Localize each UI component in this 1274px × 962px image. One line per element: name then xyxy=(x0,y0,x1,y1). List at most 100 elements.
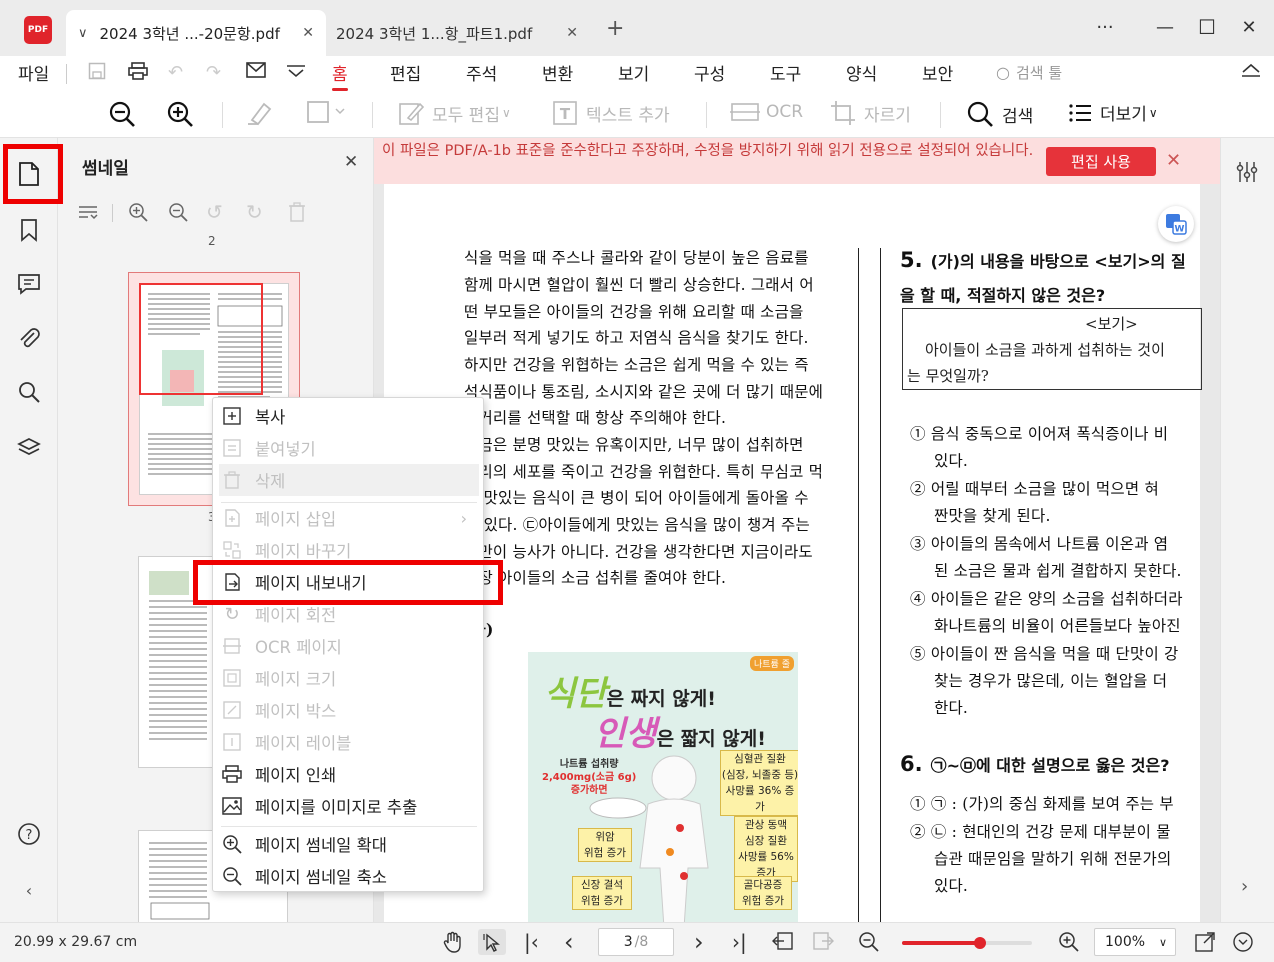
collapse-ribbon-icon[interactable] xyxy=(1240,62,1262,82)
question-title: ㉠~㉤에 대한 설명으로 옳은 것은? xyxy=(930,756,1170,775)
context-menu-item-print-page[interactable]: 페이지 인쇄 xyxy=(213,758,483,790)
answer-option: ⑤ 아이들이 짠 음식을 먹을 때 단맛이 강 xyxy=(910,645,1179,663)
ocr-button[interactable]: OCR xyxy=(730,100,803,124)
last-page-icon[interactable]: ›| xyxy=(732,930,747,954)
shape-icon[interactable] xyxy=(306,100,346,124)
search-button[interactable]: 검색 xyxy=(966,100,1033,128)
select-tool-icon[interactable] xyxy=(478,929,506,955)
close-window-button[interactable]: ✕ xyxy=(1234,14,1264,40)
rotate-right-icon[interactable]: ↻ xyxy=(246,200,263,224)
new-tab-button[interactable]: + xyxy=(606,16,624,41)
zoom-in-icon[interactable] xyxy=(1058,931,1080,957)
context-menu-label: 페이지 인쇄 xyxy=(255,766,337,785)
previous-page-icon[interactable]: ‹ xyxy=(564,928,574,956)
layers-icon[interactable] xyxy=(15,434,43,462)
context-menu-item-ocr-page[interactable]: OCR 페이지 xyxy=(213,630,483,662)
question-6-title: 6. ㉠~㉤에 대한 설명으로 옳은 것은? xyxy=(900,752,1169,776)
rotate-left-icon[interactable]: ↺ xyxy=(206,200,223,224)
attachment-icon[interactable] xyxy=(15,324,43,352)
zoom-slider[interactable] xyxy=(902,937,1032,949)
thumbnail-options-icon[interactable] xyxy=(78,204,98,224)
context-menu-item-shrink-thumbnail[interactable]: 페이지 썸네일 축소 xyxy=(213,860,483,892)
thumbnail-zoom-in-icon[interactable] xyxy=(128,202,148,226)
chevron-left-icon[interactable]: ‹ xyxy=(15,876,43,904)
zoom-slider-handle[interactable] xyxy=(974,937,986,949)
menu-tools[interactable]: 도구 xyxy=(770,60,801,85)
zoom-in-icon[interactable] xyxy=(166,100,194,128)
context-menu-item-copy[interactable]: 복사 xyxy=(213,400,483,432)
add-text-button[interactable]: T 텍스트 추가 xyxy=(552,100,670,126)
tab-close-icon[interactable]: ✕ xyxy=(566,25,578,41)
context-menu-item-page-label[interactable]: 페이지 레이블 xyxy=(213,726,483,758)
undo-icon[interactable]: ↶ xyxy=(168,62,183,83)
text-line: 것만이 능사가 아니다. 건강을 생각한다면 지금이라도 xyxy=(464,543,813,561)
mail-icon[interactable] xyxy=(246,62,266,83)
first-page-icon[interactable]: |‹ xyxy=(524,930,539,954)
crop-button[interactable]: 자르기 xyxy=(830,100,911,126)
menu-view[interactable]: 보기 xyxy=(618,60,649,85)
scroll-down-icon[interactable] xyxy=(1232,931,1254,957)
page-number-input[interactable]: 3 /8 xyxy=(598,928,674,956)
bookmark-icon[interactable] xyxy=(15,216,43,244)
full-screen-icon[interactable] xyxy=(1194,931,1216,957)
tab-document-2[interactable]: 2024 3학년 1...항_파트1.pdf ✕ xyxy=(326,10,590,56)
app-logo-icon: PDF xyxy=(24,16,52,44)
close-banner-icon[interactable]: ✕ xyxy=(1166,150,1181,171)
chevron-right-icon[interactable]: › xyxy=(1241,876,1248,897)
search-icon[interactable] xyxy=(15,378,43,406)
zoom-out-icon[interactable] xyxy=(858,931,880,957)
separator xyxy=(66,64,67,84)
translate-icon[interactable]: W xyxy=(1158,206,1194,242)
save-icon[interactable] xyxy=(88,62,106,85)
next-view-icon[interactable] xyxy=(812,931,834,955)
thumbnail-zoom-out-icon[interactable] xyxy=(168,202,188,226)
quick-access-dropdown-icon[interactable] xyxy=(286,62,306,83)
context-menu-item-delete[interactable]: 삭제 xyxy=(219,464,479,496)
menu-file[interactable]: 파일 xyxy=(18,60,49,85)
search-tool[interactable]: ○ 검색 툴 xyxy=(996,62,1062,83)
delete-page-icon[interactable] xyxy=(288,202,306,226)
poster-label-line: 관상 동맥 xyxy=(745,819,787,831)
menu-forms[interactable]: 양식 xyxy=(846,60,877,85)
menu-organize[interactable]: 구성 xyxy=(694,60,725,85)
document-viewer[interactable]: W 식을 먹을 때 주스나 콜라와 같이 당분이 높은 음료를 함께 마시면 혈… xyxy=(374,184,1220,922)
maximize-button[interactable]: ☐ xyxy=(1192,14,1222,40)
close-panel-icon[interactable]: ✕ xyxy=(344,152,358,172)
separator xyxy=(112,204,113,222)
print-icon[interactable] xyxy=(128,62,148,85)
help-icon[interactable]: ? xyxy=(15,820,43,848)
more-options-icon[interactable]: ··· xyxy=(1090,14,1120,40)
context-menu-item-enlarge-thumbnail[interactable]: 페이지 썸네일 확대 xyxy=(213,828,483,860)
previous-view-icon[interactable] xyxy=(772,931,794,955)
context-menu-label: 삭제 xyxy=(255,472,286,491)
menu-convert[interactable]: 변환 xyxy=(542,60,573,85)
panel-title: 썸네일 xyxy=(82,159,129,179)
menu-annotate[interactable]: 주석 xyxy=(466,60,497,85)
context-menu-item-paste[interactable]: 붙여넣기 xyxy=(213,432,483,464)
redo-icon[interactable]: ↷ xyxy=(206,62,221,83)
edit-all-button[interactable]: 모두 편집 ∨ xyxy=(398,100,511,126)
chevron-down-icon[interactable]: ∨ xyxy=(78,26,88,41)
minimize-button[interactable]: — xyxy=(1150,14,1180,40)
context-menu-item-page-box[interactable]: 페이지 박스 xyxy=(213,694,483,726)
context-menu-item-extract-image[interactable]: 페이지를 이미지로 추출 xyxy=(213,790,483,822)
poster-label-line: 사망률 36% 증가 xyxy=(725,785,795,813)
comment-icon[interactable] xyxy=(15,270,43,298)
tab-close-icon[interactable]: ✕ xyxy=(302,25,314,41)
properties-icon[interactable] xyxy=(1235,160,1259,188)
tab-active-document[interactable]: ∨ 2024 3학년 ...-20문항.pdf ✕ xyxy=(66,10,326,56)
next-page-icon[interactable]: › xyxy=(694,928,704,956)
poster-image: 나트륨 줄 식단은 짜지 않게! 인생은 짧지 않게! 나트륨 섭취량 2,40… xyxy=(528,652,798,922)
zoom-out-icon[interactable] xyxy=(108,100,136,128)
hand-tool-icon[interactable] xyxy=(442,931,464,957)
menu-home[interactable]: 홈 xyxy=(332,60,348,91)
menu-security[interactable]: 보안 xyxy=(922,60,953,85)
enable-editing-button[interactable]: 편집 사용 xyxy=(1046,147,1156,176)
text-line: 당장 아이들의 소금 섭취를 줄여야 한다. xyxy=(464,569,727,587)
menu-edit[interactable]: 편집 xyxy=(390,60,421,85)
highlight-icon[interactable] xyxy=(246,100,274,126)
zoom-select[interactable]: 100% ∨ xyxy=(1094,928,1176,956)
context-menu-item-insert-page[interactable]: 페이지 삽입 › xyxy=(213,502,483,534)
context-menu-item-page-size[interactable]: 페이지 크기 xyxy=(213,662,483,694)
more-button[interactable]: 더보기 ∨ xyxy=(1068,100,1158,125)
